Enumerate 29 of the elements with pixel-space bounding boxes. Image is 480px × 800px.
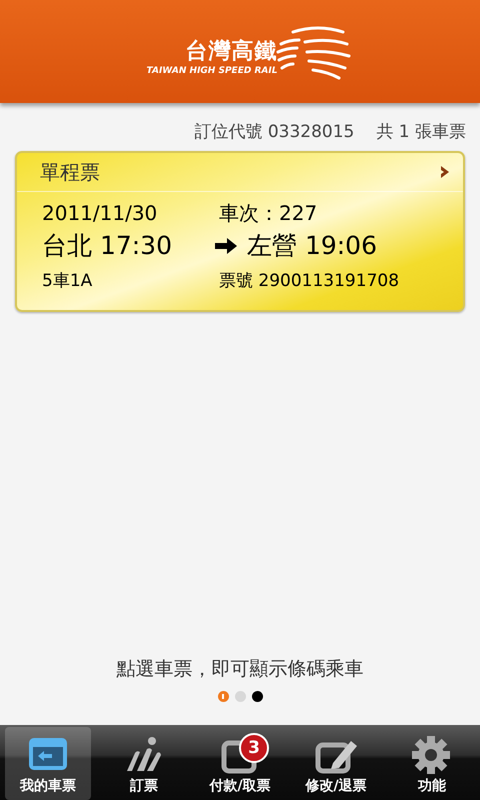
tab-label: 付款/取票	[209, 777, 271, 796]
arrow-right-icon	[215, 238, 237, 254]
hint-text: 點選車票，即可顯示條碼乘車	[116, 657, 364, 681]
page-dot[interactable]	[252, 691, 262, 702]
tab[interactable]: 我的車票	[5, 727, 91, 800]
seat-number: 5車1A	[42, 270, 94, 293]
tab-label: 修改/退票	[305, 777, 367, 796]
logo-title: 台灣高鐵	[185, 38, 278, 64]
page-dot[interactable]	[218, 691, 228, 702]
ticket-type: 單程票	[40, 158, 100, 186]
chevron-right-icon	[439, 164, 451, 180]
tab[interactable]: 訂票	[101, 727, 187, 800]
tab-label: 功能	[418, 777, 446, 796]
tab-label: 訂票	[130, 777, 158, 796]
train-number: 車次：227	[219, 200, 318, 226]
ticket-count: 共 1 張車票	[376, 121, 466, 143]
tab[interactable]: 修改/退票	[293, 727, 379, 800]
page-dot[interactable]	[234, 691, 246, 702]
logo-subtitle: TAIWAN HIGH SPEED RAIL	[146, 64, 278, 76]
booking-code: 訂位代號 03328015	[194, 121, 354, 143]
tab[interactable]: 3 付款/取票	[197, 727, 283, 800]
departure: 台北 17:30	[42, 230, 173, 262]
arrival: 左營 19:06	[247, 230, 377, 262]
tab[interactable]: 功能	[389, 727, 475, 800]
count-badge: 3	[239, 733, 269, 763]
travel-date: 2011/11/30	[42, 200, 158, 226]
tab-label: 我的車票	[20, 777, 76, 796]
ticket-card[interactable]: 單程票 2011/11/30 車次：227 台北 17:30 左營 19:06 5車1A 票號 2900113191708	[15, 151, 465, 312]
ticket-number: 票號 2900113191708	[219, 270, 400, 293]
